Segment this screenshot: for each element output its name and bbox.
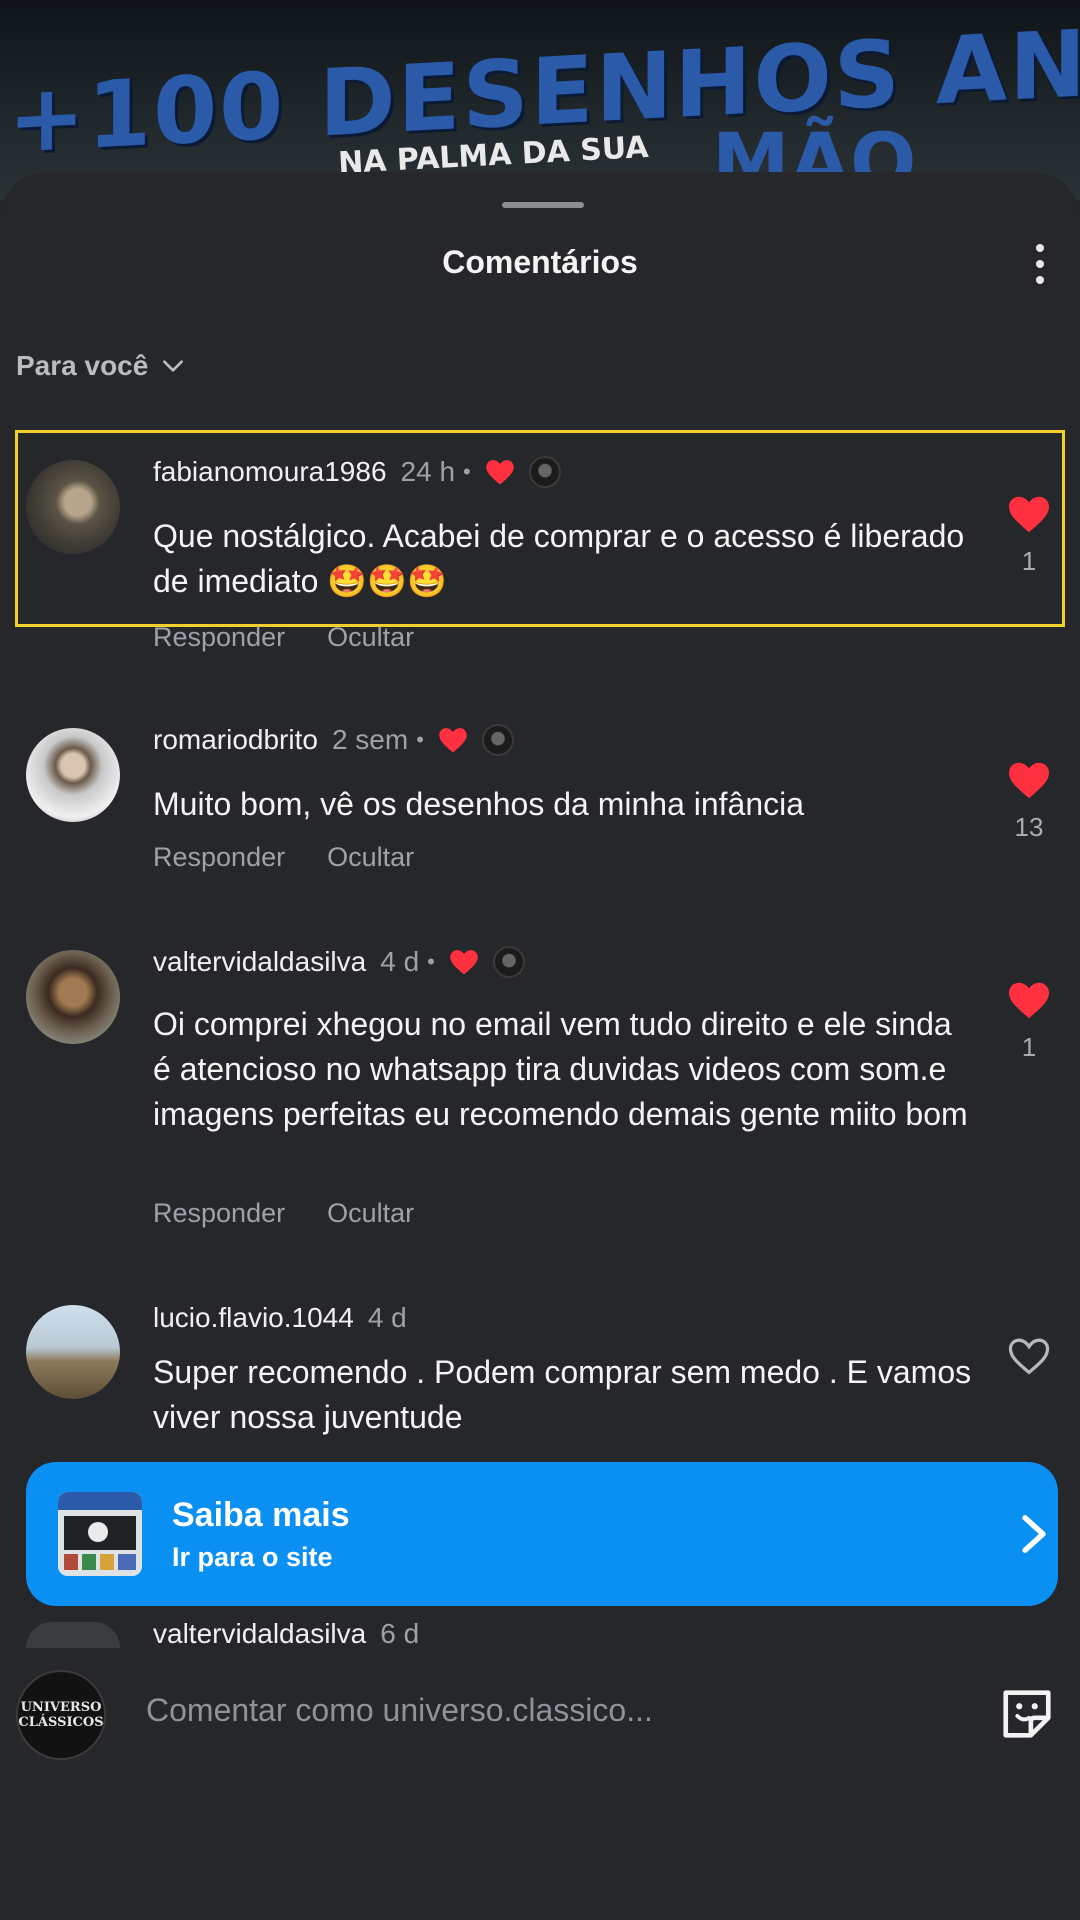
like-button[interactable] [1004,1336,1054,1376]
creator-liked-heart-icon [485,460,514,485]
creator-liked-heart-icon [450,950,478,975]
hide-button[interactable]: Ocultar [327,622,414,653]
comment-time: 24 h [400,456,456,487]
comment-time: 4 d [380,946,420,977]
heart-filled-icon [1009,762,1049,799]
creator-avatar [492,946,525,978]
creator-avatar [481,724,514,756]
hide-button[interactable]: Ocultar [327,842,414,873]
more-options-icon[interactable] [1028,240,1052,288]
like-button[interactable]: 13 [1004,760,1054,843]
reply-button[interactable]: Responder [153,1198,285,1229]
separator-dot: • [427,949,435,974]
avatar[interactable] [26,950,120,1044]
comment-input[interactable]: Comentar como universo.classico... [146,1692,653,1729]
comment-text: Super recomendo . Podem comprar sem medo… [153,1354,972,1435]
cta-thumbnail [58,1492,142,1576]
like-count: 1 [1021,546,1037,576]
comment-time: 6 d [380,1618,420,1649]
avatar[interactable] [26,1622,120,1648]
sheet-title: Comentários [442,244,638,280]
comment-username[interactable]: fabianomoura1986 [153,456,387,488]
sheet-grabber[interactable] [502,202,584,208]
like-button[interactable]: 1 [1004,980,1054,1063]
cta-subtitle: Ir para o site [172,1542,333,1572]
comment-username[interactable]: lucio.flavio.1044 [153,1302,354,1334]
comment-time: 4 d [367,1302,407,1333]
comment-time: 2 sem [331,724,409,755]
separator-dot: • [463,459,471,484]
post-banner: +100 DESENHOS ANTiGOS NA PALMA DA SUA MÃ… [0,0,1080,200]
separator-dot: • [416,727,424,752]
avatar[interactable] [26,460,120,554]
heart-filled-icon [1009,982,1049,1019]
sort-filter-button[interactable]: Para você [16,350,186,382]
sticker-icon[interactable] [998,1684,1056,1744]
comment-text: Oi comprei xhegou no email vem tudo dire… [153,1006,968,1132]
reply-button[interactable]: Responder [153,622,285,653]
heart-outline-icon [1008,1338,1050,1375]
comment-username[interactable]: romariodbrito [153,724,318,756]
learn-more-card[interactable]: Saiba mais Ir para o site [26,1462,1058,1606]
avatar[interactable] [26,728,120,822]
comment-composer: UNIVERSO CLÁSSICOS Comentar como univers… [0,1648,1080,1920]
comment-text: Muito bom, vê os desenhos da minha infân… [153,786,805,822]
creator-avatar [528,456,561,488]
hide-button[interactable]: Ocultar [327,1198,414,1229]
comment-username[interactable]: valtervidaldasilva [153,1618,366,1650]
chevron-down-icon [163,360,184,372]
avatar[interactable] [26,1305,120,1399]
thumbnail-image-icon [58,1492,142,1576]
filter-label: Para você [16,350,149,381]
like-count: 1 [1021,1032,1037,1062]
chevron-right-icon [1022,1515,1046,1553]
comment-text: Que nostálgico. Acabei de comprar e o ac… [153,518,965,599]
heart-filled-icon [1009,496,1049,533]
comment-username[interactable]: valtervidaldasilva [153,946,366,978]
composer-avatar: UNIVERSO CLÁSSICOS [16,1670,106,1760]
like-button[interactable]: 1 [1004,494,1054,577]
creator-liked-heart-icon [439,728,467,753]
like-count: 13 [1014,812,1044,842]
cta-title: Saiba mais [172,1496,350,1534]
reply-button[interactable]: Responder [153,842,285,873]
